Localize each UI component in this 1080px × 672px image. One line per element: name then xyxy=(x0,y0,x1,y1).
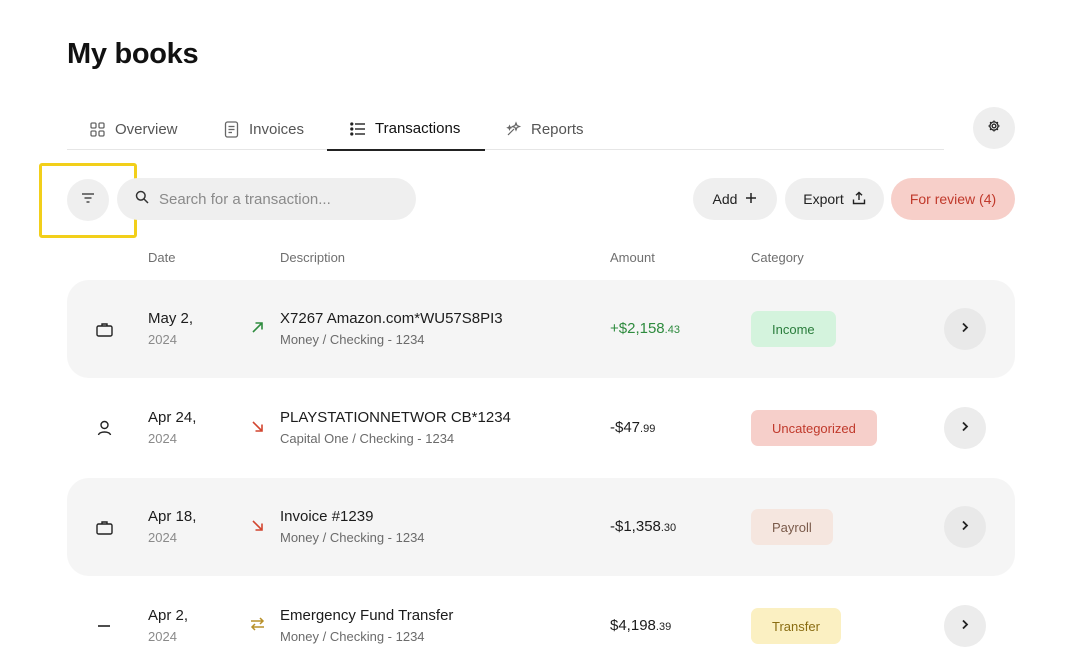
table-row[interactable]: May 2, 2024 X7267 Amazon.com*WU57S8PI3 M… xyxy=(67,280,1015,378)
tab-reports[interactable]: Reports xyxy=(505,108,584,150)
amount-cents: .30 xyxy=(660,522,677,534)
table-row[interactable]: Apr 2, 2024 Emergency Fund Transfer Mone… xyxy=(67,577,1015,672)
chevron-right-icon xyxy=(961,518,969,536)
document-icon xyxy=(223,120,240,138)
sparkles-icon xyxy=(505,120,522,138)
transaction-description: X7267 Amazon.com*WU57S8PI3 Money / Check… xyxy=(280,310,503,347)
incoming-arrow-icon xyxy=(248,318,266,336)
tab-invoices-label: Invoices xyxy=(249,120,305,138)
column-header-date: Date xyxy=(148,250,176,265)
transaction-account: Money / Checking - 1234 xyxy=(280,332,425,347)
transaction-date-year: 2024 xyxy=(148,629,177,644)
page-title: My books xyxy=(67,38,199,70)
dash-icon xyxy=(94,616,114,636)
transaction-account: Capital One / Checking - 1234 xyxy=(280,431,455,446)
table-row[interactable]: Apr 24, 2024 PLAYSTATIONNETWOR CB*1234 C… xyxy=(67,379,1015,477)
tab-transactions[interactable]: Transactions xyxy=(327,108,485,151)
transaction-date: Apr 2, 2024 xyxy=(148,607,188,644)
transaction-account: Money / Checking - 1234 xyxy=(280,629,425,644)
transaction-date-day: Apr 24, xyxy=(148,409,197,426)
briefcase-icon xyxy=(94,319,114,339)
filter-button[interactable] xyxy=(67,179,109,221)
row-open-button[interactable] xyxy=(944,506,986,548)
grid-icon xyxy=(89,121,106,138)
transaction-amount: -$1,358.30 xyxy=(610,518,676,535)
tab-bar: Overview Invoices Transactions Reports xyxy=(67,108,944,151)
transaction-description: PLAYSTATIONNETWOR CB*1234 Capital One / … xyxy=(280,409,511,446)
plus-icon xyxy=(745,191,757,207)
tab-overview-label: Overview xyxy=(115,120,178,138)
amount-cents: .39 xyxy=(655,621,672,633)
transaction-date-year: 2024 xyxy=(148,530,177,545)
column-header-description: Description xyxy=(280,250,346,265)
amount-cents: .43 xyxy=(664,324,680,336)
transaction-amount: $4,198.39 xyxy=(610,617,671,634)
table-row[interactable]: Apr 18, 2024 Invoice #1239 Money / Check… xyxy=(67,478,1015,576)
page: My books Overview Invoices Transactions … xyxy=(0,0,1080,672)
amount-main: -$47 xyxy=(610,419,641,436)
search-box xyxy=(117,178,416,220)
category-badge[interactable]: Income xyxy=(751,311,836,347)
transaction-date-year: 2024 xyxy=(148,431,177,446)
filter-icon xyxy=(81,191,95,209)
transaction-date: Apr 24, 2024 xyxy=(148,409,196,446)
chevron-right-icon xyxy=(961,419,969,437)
transaction-description: Emergency Fund Transfer Money / Checking… xyxy=(280,607,453,644)
transaction-date-day: May 2, xyxy=(148,310,194,327)
list-icon xyxy=(349,120,366,137)
amount-main: +$2,158 xyxy=(610,320,665,337)
transaction-date-day: Apr 18, xyxy=(148,508,197,525)
tab-transactions-label: Transactions xyxy=(375,120,461,137)
category-badge[interactable]: Transfer xyxy=(751,608,841,644)
row-open-button[interactable] xyxy=(944,407,986,449)
transaction-title: Emergency Fund Transfer xyxy=(280,607,454,624)
outgoing-arrow-icon xyxy=(248,417,266,435)
transaction-amount: -$47.99 xyxy=(610,419,655,436)
chevron-right-icon xyxy=(961,617,969,635)
transaction-title: Invoice #1239 xyxy=(280,508,374,525)
amount-cents: .99 xyxy=(640,423,656,435)
export-button-label: Export xyxy=(803,191,844,207)
chevron-right-icon xyxy=(961,320,969,338)
export-button[interactable]: Export xyxy=(785,178,884,220)
row-open-button[interactable] xyxy=(944,308,986,350)
transfer-arrows-icon xyxy=(248,615,266,633)
transaction-title: PLAYSTATIONNETWOR CB*1234 xyxy=(280,409,511,426)
gear-icon xyxy=(987,119,1001,138)
transaction-title: X7267 Amazon.com*WU57S8PI3 xyxy=(280,310,503,327)
transaction-date-year: 2024 xyxy=(148,332,177,347)
amount-main: $4,198 xyxy=(610,617,656,634)
column-header-amount: Amount xyxy=(610,250,655,265)
amount-main: -$1,358 xyxy=(610,518,661,535)
transaction-amount: +$2,158.43 xyxy=(610,320,680,337)
transaction-date-day: Apr 2, xyxy=(148,607,189,624)
tab-overview[interactable]: Overview xyxy=(89,108,178,150)
transaction-description: Invoice #1239 Money / Checking - 1234 xyxy=(280,508,425,545)
briefcase-icon xyxy=(94,517,114,537)
category-badge[interactable]: Uncategorized xyxy=(751,410,877,446)
transaction-date: Apr 18, 2024 xyxy=(148,508,196,545)
person-icon xyxy=(94,418,114,438)
category-badge[interactable]: Payroll xyxy=(751,509,833,545)
tab-reports-label: Reports xyxy=(531,120,584,138)
add-button[interactable]: Add xyxy=(693,178,777,220)
search-input[interactable] xyxy=(159,190,399,208)
for-review-button[interactable]: For review (4) xyxy=(891,178,1015,220)
outgoing-arrow-icon xyxy=(248,516,266,534)
search-icon xyxy=(135,190,149,209)
for-review-label: For review (4) xyxy=(909,191,997,207)
column-header-category: Category xyxy=(751,250,804,265)
settings-button[interactable] xyxy=(973,107,1015,149)
tab-invoices[interactable]: Invoices xyxy=(223,108,304,150)
transaction-date: May 2, 2024 xyxy=(148,310,193,347)
transaction-account: Money / Checking - 1234 xyxy=(280,530,425,545)
add-button-label: Add xyxy=(712,191,738,207)
upload-icon xyxy=(852,191,866,208)
row-open-button[interactable] xyxy=(944,605,986,647)
